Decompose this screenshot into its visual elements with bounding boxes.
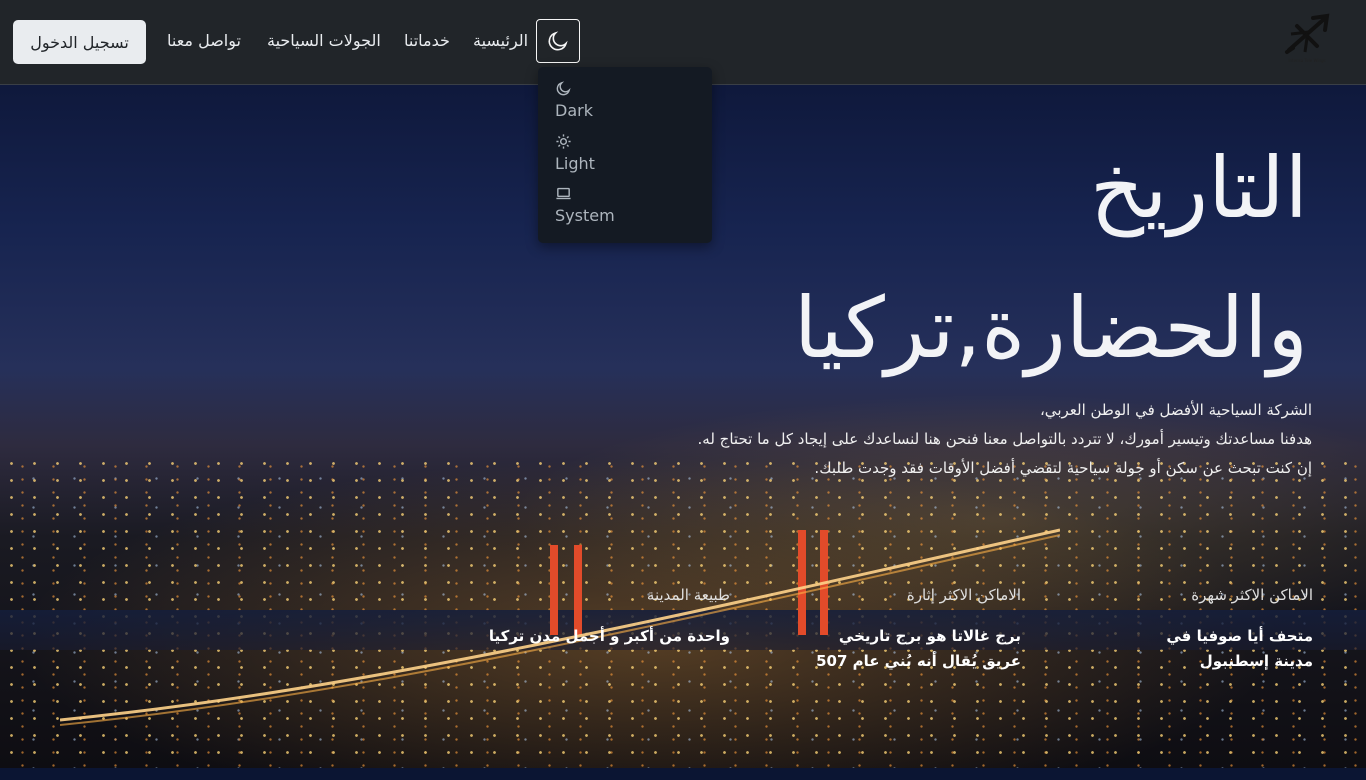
feature-text-line: عريق يُقال أنه بُني عام 507 xyxy=(816,652,1021,670)
feature-label: الاماكن الاكثر شهرة xyxy=(1191,586,1313,604)
nav-link-services[interactable]: خدماتنا xyxy=(404,31,450,50)
login-button[interactable]: تسجيل الدخول xyxy=(13,20,146,64)
feature-text-line: مدينة إسطنبول xyxy=(1199,652,1313,670)
theme-dropdown: Dark Light System xyxy=(538,67,712,243)
nav-link-tours[interactable]: الجولات السياحية xyxy=(267,31,381,50)
theme-option-label: System xyxy=(555,206,615,225)
description-line: إن كنت تبحث عن سكن أو جولة سياحية لتقضي … xyxy=(814,459,1312,477)
theme-option-dark[interactable]: Dark xyxy=(555,80,593,120)
airplane-logo-icon xyxy=(1285,13,1330,54)
theme-option-label: Light xyxy=(555,154,595,173)
description-line: هدفنا مساعدتك وتيسير أمورك، لا تتردد بال… xyxy=(697,430,1312,448)
feature-text-line: برج غالاتا هو برج تاريخي xyxy=(838,627,1021,645)
site-logo[interactable]: Intensa Tele Wings xyxy=(1278,12,1336,72)
moon-icon xyxy=(548,31,568,51)
theme-option-light[interactable]: Light xyxy=(555,133,595,173)
feature-label: الاماكن الاكثر إثارة xyxy=(906,586,1021,604)
feature-label: طبيعة المدينة xyxy=(646,586,730,604)
theme-option-label: Dark xyxy=(555,101,593,120)
theme-toggle-button[interactable] xyxy=(536,19,580,63)
feature-text: متحف أيا صوفيا في مدينة إسطنبول xyxy=(1053,624,1313,674)
hero-description: الشركة السياحية الأفضل في الوطن العربي، … xyxy=(552,396,1312,483)
description-line: الشركة السياحية الأفضل في الوطن العربي، xyxy=(1039,401,1312,419)
logo-caption: Intensa Tele Wings xyxy=(1288,58,1326,63)
nav-link-home[interactable]: الرئيسية xyxy=(473,31,528,50)
feature-text: برج غالاتا هو برج تاريخي عريق يُقال أنه … xyxy=(761,624,1021,674)
feature-text: واحدة من أكبر و أجمل مدن تركيا xyxy=(450,624,730,649)
feature-text-line: واحدة من أكبر و أجمل مدن تركيا xyxy=(488,627,730,645)
nav-link-contact[interactable]: تواصل معنا xyxy=(167,31,241,50)
feature-text-line: متحف أيا صوفيا في xyxy=(1166,627,1313,645)
moon-icon xyxy=(556,81,571,96)
hero-title-line: والحضارة,تركيا xyxy=(793,279,1308,377)
feature-famous-places: الاماكن الاكثر شهرة متحف أيا صوفيا في مد… xyxy=(1053,586,1313,674)
theme-option-system[interactable]: System xyxy=(555,185,615,225)
feature-exciting-places: الاماكن الاكثر إثارة برج غالاتا هو برج ت… xyxy=(761,586,1021,674)
sun-icon xyxy=(556,134,571,149)
feature-city-nature: طبيعة المدينة واحدة من أكبر و أجمل مدن ت… xyxy=(450,586,730,649)
laptop-icon xyxy=(556,187,571,200)
